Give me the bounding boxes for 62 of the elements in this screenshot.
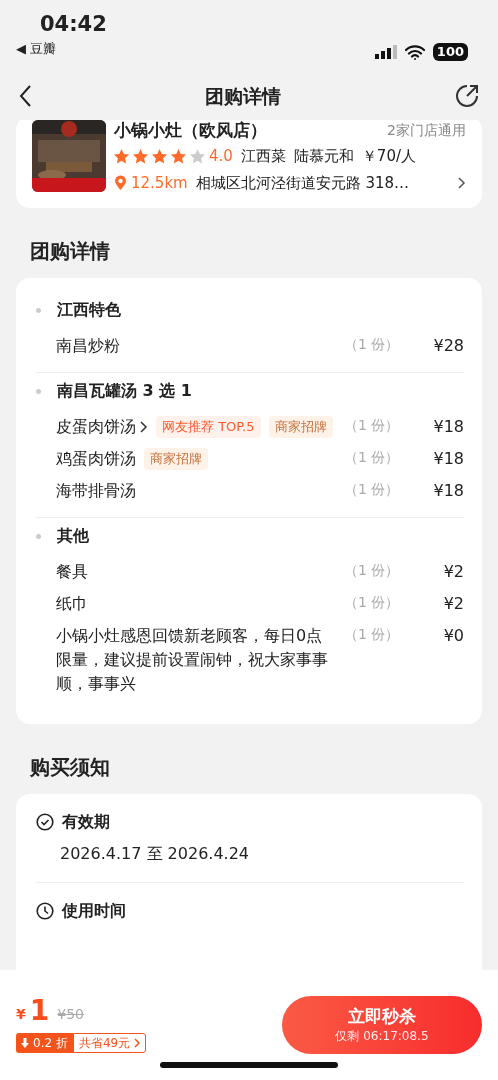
item-name: 纸巾 xyxy=(56,593,88,615)
status-time: 04:42 xyxy=(40,14,107,35)
tag: 商家招牌 xyxy=(268,416,333,438)
item-price: ¥2 xyxy=(442,593,464,615)
down-arrow-icon xyxy=(21,1038,29,1048)
tag: 网友推荐 TOP.5 xyxy=(156,416,261,438)
check-circle-icon xyxy=(36,813,54,831)
section-title: 购买须知 xyxy=(29,754,111,781)
item-name: 小锅小灶感恩回馈新老顾客，每日0点限量，建议提前设置闹钟，祝大家事事顺，事事兴 xyxy=(56,625,329,695)
notice-title: 使用时间 xyxy=(62,900,126,922)
quantity-label: （1 份） xyxy=(344,480,401,499)
area-label: 陆慕元和 xyxy=(293,146,354,167)
quantity-label: （1 份） xyxy=(344,593,401,612)
item-price: ¥18 xyxy=(432,448,464,470)
group-title: 江西特色 xyxy=(57,299,121,321)
rating-score: 4.0 xyxy=(209,146,233,167)
item-name: 鸡蛋肉饼汤 xyxy=(56,448,136,470)
item-price: ¥18 xyxy=(432,416,464,438)
item-name: 海带排骨汤 xyxy=(56,480,136,502)
quantity-label: （1 份） xyxy=(344,416,401,435)
group-title: 南昌瓦罐汤 3 选 1 xyxy=(57,380,192,402)
branches-link[interactable]: 2家门店通用 xyxy=(387,120,466,141)
price-per-person: ￥70/人 xyxy=(361,146,416,167)
quantity-label: （1 份） xyxy=(344,625,401,644)
clock-icon xyxy=(36,902,54,920)
notice-text: 2026.4.17 至 2026.4.24 xyxy=(59,843,251,865)
original-price: ¥50 xyxy=(57,1005,84,1024)
address-text: 相城区北河泾街道安元路 318… xyxy=(195,172,411,194)
buy-button[interactable]: 立即秒杀 仅剩 06:17:08.5 xyxy=(282,996,482,1054)
share-icon[interactable] xyxy=(454,83,480,109)
deal-price: 1 xyxy=(29,997,50,1025)
item-price: ¥2 xyxy=(442,561,464,583)
group-title: 其他 xyxy=(57,525,89,547)
tag: 商家招牌 xyxy=(144,448,208,470)
shop-name: 小锅小灶（欧风店） xyxy=(114,121,267,140)
back-app-link[interactable]: 豆瓣 xyxy=(30,39,56,59)
chevron-icon[interactable] xyxy=(458,176,466,189)
item-price: ¥28 xyxy=(432,335,464,357)
item-name: 餐具 xyxy=(56,561,88,583)
back-icon[interactable] xyxy=(18,84,32,108)
item-price: ¥18 xyxy=(432,480,464,502)
cuisine-label: 江西菜 xyxy=(240,146,286,167)
quantity-label: （1 份） xyxy=(344,561,401,580)
section-title: 团购详情 xyxy=(29,238,111,265)
back-arrow-glyph[interactable]: ◀ xyxy=(16,39,26,59)
chevron-icon[interactable] xyxy=(140,421,148,433)
item-name[interactable]: 皮蛋肉饼汤 xyxy=(56,415,136,439)
page-title: 团购详情 xyxy=(205,83,281,109)
battery-level: 100 xyxy=(432,43,468,61)
item-price: ¥0 xyxy=(442,625,464,647)
location-pin-icon xyxy=(114,174,127,191)
wifi-icon xyxy=(404,44,425,60)
discount-text: 0.2 折 xyxy=(33,1035,68,1052)
quantity-label: （1 份） xyxy=(344,448,401,467)
signal-icon xyxy=(374,45,397,59)
item-name: 南昌炒粉 xyxy=(56,335,120,357)
chevron-icon xyxy=(134,1038,141,1048)
distance-label: 12.5km xyxy=(131,172,188,194)
notice-title: 有效期 xyxy=(62,811,110,833)
quantity-label: （1 份） xyxy=(344,335,401,354)
savings-link[interactable]: 共省49元 xyxy=(72,1033,147,1053)
currency-sign: ¥ xyxy=(16,1005,26,1024)
